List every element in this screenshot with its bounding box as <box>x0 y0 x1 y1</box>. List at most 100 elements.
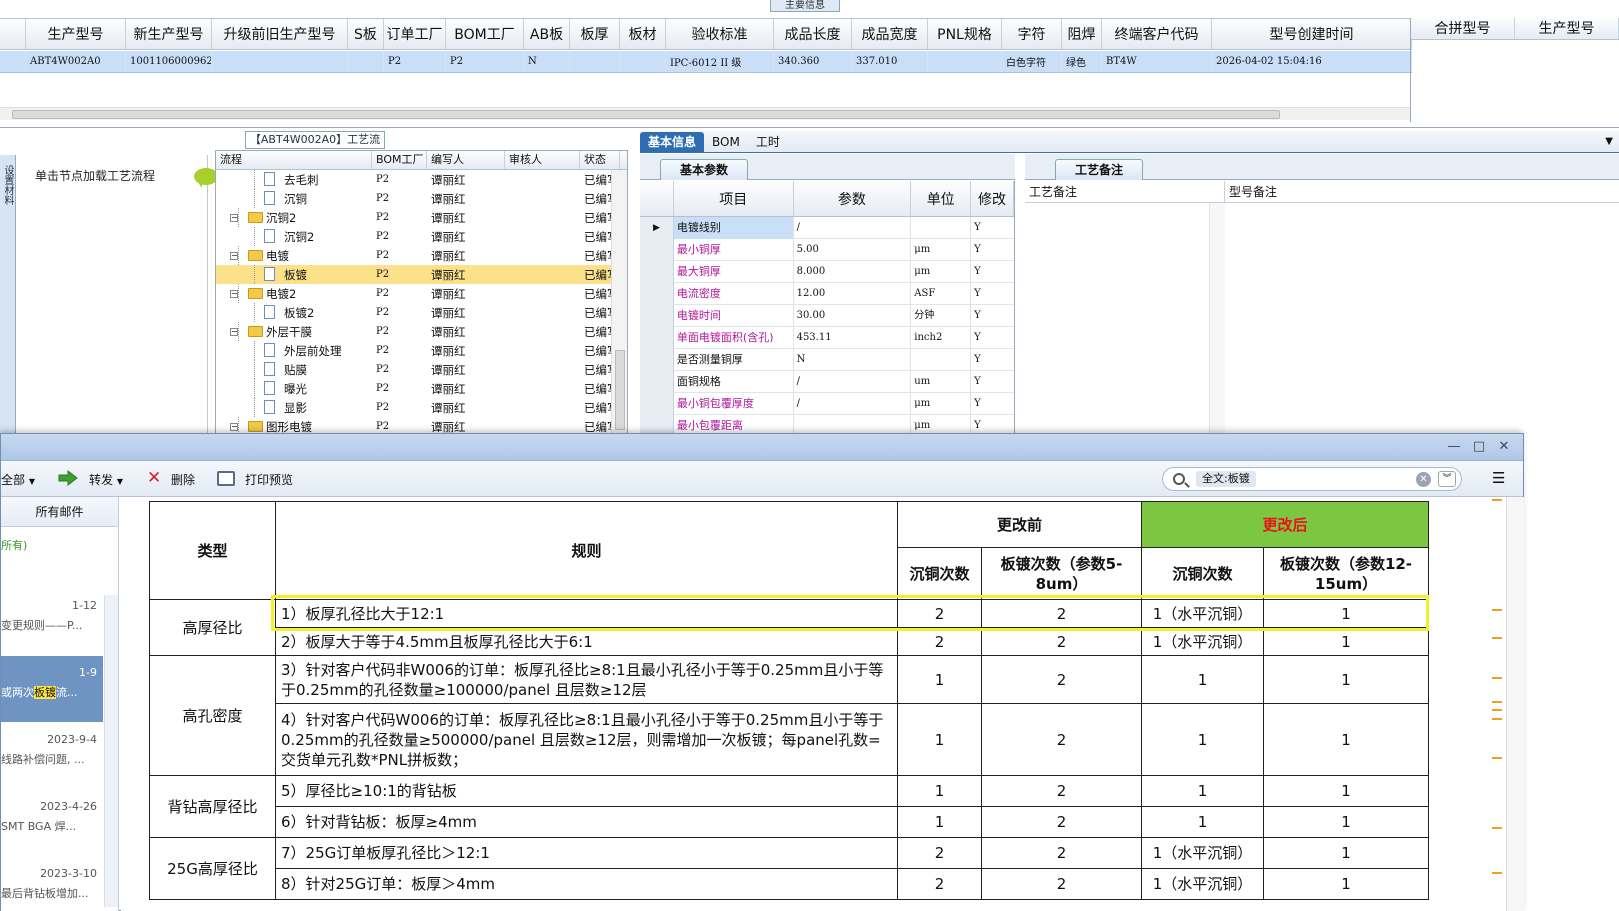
param-value[interactable]: 30.00 <box>794 304 912 327</box>
tab-craft-remark[interactable]: 工艺备注 <box>1055 159 1143 180</box>
param-row[interactable]: 最大铜厚 8.000 μm Y <box>640 260 1014 283</box>
product-grid-cell-2[interactable] <box>212 51 348 72</box>
process-col-2[interactable]: 编写人 <box>427 151 505 169</box>
product-grid-col-13[interactable]: 字符 <box>1002 19 1062 49</box>
params-col-value[interactable]: 参数 <box>794 181 912 216</box>
product-grid-cell-14[interactable]: 绿色 <box>1062 51 1102 72</box>
process-node[interactable]: − 外层干膜 <box>216 322 372 341</box>
product-grid-cell-16[interactable]: 2026-04-02 15:04:16 <box>1212 51 1412 72</box>
product-grid-cell-9[interactable]: IPC-6012 II 级 <box>666 51 774 72</box>
param-row[interactable]: ▶ 电镀线别 / Y <box>640 216 1014 239</box>
param-row[interactable]: 电镀时间 30.00 分钟 Y <box>640 304 1014 327</box>
tab-basic-params[interactable]: 基本参数 <box>660 159 748 180</box>
process-node[interactable]: 显影 <box>216 398 372 417</box>
tab-bom[interactable]: BOM <box>704 132 748 152</box>
main-info-tab[interactable]: 主要信息 <box>770 0 840 12</box>
param-value[interactable]: / <box>794 216 912 239</box>
process-node[interactable]: 板镀 <box>216 265 372 284</box>
process-tree-row[interactable]: 板镀2 P2 谭丽红 已编写 <box>216 303 627 322</box>
process-tree-row[interactable]: 沉铜 P2 谭丽红 已编写 <box>216 189 627 208</box>
process-col-3[interactable]: 审核人 <box>505 151 580 169</box>
collapse-icon[interactable]: − <box>230 252 238 260</box>
collapse-icon[interactable]: − <box>230 328 238 336</box>
product-grid-cell-10[interactable]: 340.360 <box>774 51 852 72</box>
remark-scrollbar[interactable] <box>1209 203 1225 440</box>
params-col-item[interactable]: 项目 <box>674 181 794 216</box>
scrollbar-thumb[interactable] <box>12 110 1280 119</box>
email-list-item[interactable]: 2023-4-26 SMT BGA 焊... <box>1 790 103 856</box>
process-tree-row[interactable]: 外层前处理 P2 谭丽红 已编写 <box>216 341 627 360</box>
param-row[interactable]: 电流密度 12.00 ASF Y <box>640 282 1014 305</box>
merge-col-production-model[interactable]: 生产型号 <box>1515 18 1619 39</box>
product-grid-col-1[interactable]: 新生产型号 <box>126 19 212 49</box>
param-row[interactable]: 是否测量铜厚 N Y <box>640 348 1014 371</box>
process-tree-row[interactable]: − 沉铜2 P2 谭丽红 已编写 <box>216 208 627 227</box>
product-grid-col-7[interactable]: 板厚 <box>570 19 620 49</box>
process-node[interactable]: 沉铜 <box>216 189 372 208</box>
param-row[interactable]: 面铜规格 / um Y <box>640 370 1014 393</box>
tab-basic-info[interactable]: 基本信息 <box>640 132 705 152</box>
param-value[interactable]: 12.00 <box>794 282 912 305</box>
search-chip[interactable]: 全文:板镀 <box>1196 471 1256 487</box>
product-grid-cell-6[interactable]: N <box>524 51 570 72</box>
forward-button[interactable]: 转发 ▼ <box>89 471 123 488</box>
process-tree-row[interactable]: 板镀 P2 谭丽红 已编写 <box>216 265 627 284</box>
process-node[interactable]: 贴膜 <box>216 360 372 379</box>
product-grid-col-4[interactable]: 订单工厂 <box>384 19 446 49</box>
process-tree-row[interactable]: 去毛刺 P2 谭丽红 已编写 <box>216 170 627 189</box>
forward-arrow-icon[interactable] <box>58 470 78 486</box>
printer-icon[interactable] <box>217 471 235 486</box>
param-value[interactable]: / <box>794 370 912 393</box>
process-tree-row[interactable]: 沉铜2 P2 谭丽红 已编写 <box>216 227 627 246</box>
email-list-item[interactable]: 1-12 变更规则——P... <box>1 589 103 655</box>
collapse-icon[interactable]: − <box>230 423 238 431</box>
product-grid-col-8[interactable]: 板材 <box>620 19 666 49</box>
process-node[interactable]: 去毛刺 <box>216 170 372 189</box>
material-settings-strip[interactable]: 设置材料 <box>0 155 16 440</box>
param-row[interactable]: 最小铜包覆厚度 / μm Y <box>640 392 1014 415</box>
params-col-modify[interactable]: 修改 <box>971 181 1014 216</box>
email-titlebar[interactable]: — □ ✕ <box>1 434 1523 461</box>
product-grid-cell-7[interactable] <box>570 51 620 72</box>
product-grid-col-14[interactable]: 阻焊 <box>1062 19 1102 49</box>
product-grid-cell-15[interactable]: BT4W <box>1102 51 1212 72</box>
process-tree-row[interactable]: 贴膜 P2 谭丽红 已编写 <box>216 360 627 379</box>
process-col-4[interactable]: 状态 <box>580 151 620 169</box>
collapse-icon[interactable]: − <box>230 290 238 298</box>
product-grid-col-9[interactable]: 验收标准 <box>666 19 774 49</box>
product-grid-col-12[interactable]: PNL规格 <box>928 19 1002 49</box>
product-grid-col-0[interactable]: 生产型号 <box>26 19 126 49</box>
content-scrollbar[interactable] <box>1506 497 1524 911</box>
all-dropdown[interactable]: 全部 ▼ <box>1 471 35 488</box>
param-value[interactable]: 5.00 <box>794 238 912 261</box>
param-value[interactable]: / <box>794 392 912 415</box>
process-node[interactable]: 沉铜2 <box>216 227 372 246</box>
clear-search-icon[interactable]: ✕ <box>1416 472 1431 487</box>
minimize-icon[interactable]: — <box>1445 438 1463 456</box>
product-grid-cell-13[interactable]: 白色字符 <box>1002 51 1062 72</box>
craft-remark-text[interactable] <box>1025 203 1225 440</box>
process-node[interactable]: 外层前处理 <box>216 341 372 360</box>
tab-labor-hours[interactable]: 工时 <box>748 132 788 152</box>
product-grid-col-5[interactable]: BOM工厂 <box>446 19 524 49</box>
product-grid-cell-4[interactable]: P2 <box>384 51 446 72</box>
product-grid-col-2[interactable]: 升级前旧生产型号 <box>212 19 348 49</box>
process-node[interactable]: − 电镀2 <box>216 284 372 303</box>
process-tree-scrollbar[interactable] <box>611 170 627 439</box>
product-grid-col-11[interactable]: 成品宽度 <box>852 19 928 49</box>
email-list-scrollbar[interactable] <box>104 595 118 907</box>
product-grid-cell-3[interactable] <box>348 51 384 72</box>
product-grid-cell-11[interactable]: 337.010 <box>852 51 928 72</box>
product-grid-col-15[interactable]: 终端客户代码 <box>1102 19 1212 49</box>
param-row[interactable]: 单面电镀面积(含孔) 453.11 inch2 Y <box>640 326 1014 349</box>
list-view-icon[interactable]: ☰ <box>1492 471 1505 486</box>
delete-button[interactable]: 删除 <box>171 471 195 488</box>
product-grid-cell-8[interactable] <box>620 51 666 72</box>
process-tree-row[interactable]: − 电镀 P2 谭丽红 已编写 <box>216 246 627 265</box>
process-node[interactable]: 板镀2 <box>216 303 372 322</box>
param-row[interactable]: 最小铜厚 5.00 μm Y <box>640 238 1014 261</box>
process-tree-row[interactable]: − 电镀2 P2 谭丽红 已编写 <box>216 284 627 303</box>
process-node[interactable]: − 沉铜2 <box>216 208 372 227</box>
email-list-item[interactable]: 1-9 或两次板镀流... <box>1 656 103 722</box>
email-list-header[interactable]: 所有邮件 <box>1 497 118 527</box>
